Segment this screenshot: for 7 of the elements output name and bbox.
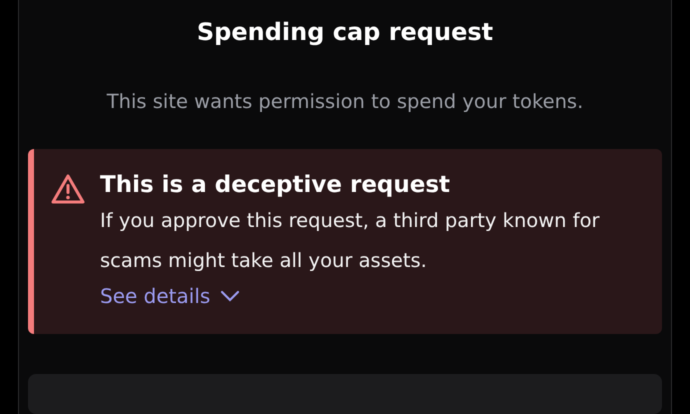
chevron-down-icon bbox=[220, 290, 240, 302]
warning-icon bbox=[50, 173, 86, 205]
see-details-link[interactable]: See details bbox=[100, 281, 240, 311]
warning-message: If you approve this request, a third party known for scams might take all your assets. bbox=[100, 208, 601, 274]
page-title: Spending cap request bbox=[196, 17, 494, 48]
page-subtitle: This site wants permission to spend your tokens. bbox=[106, 89, 584, 115]
warning-title: This is a deceptive request bbox=[100, 171, 452, 200]
